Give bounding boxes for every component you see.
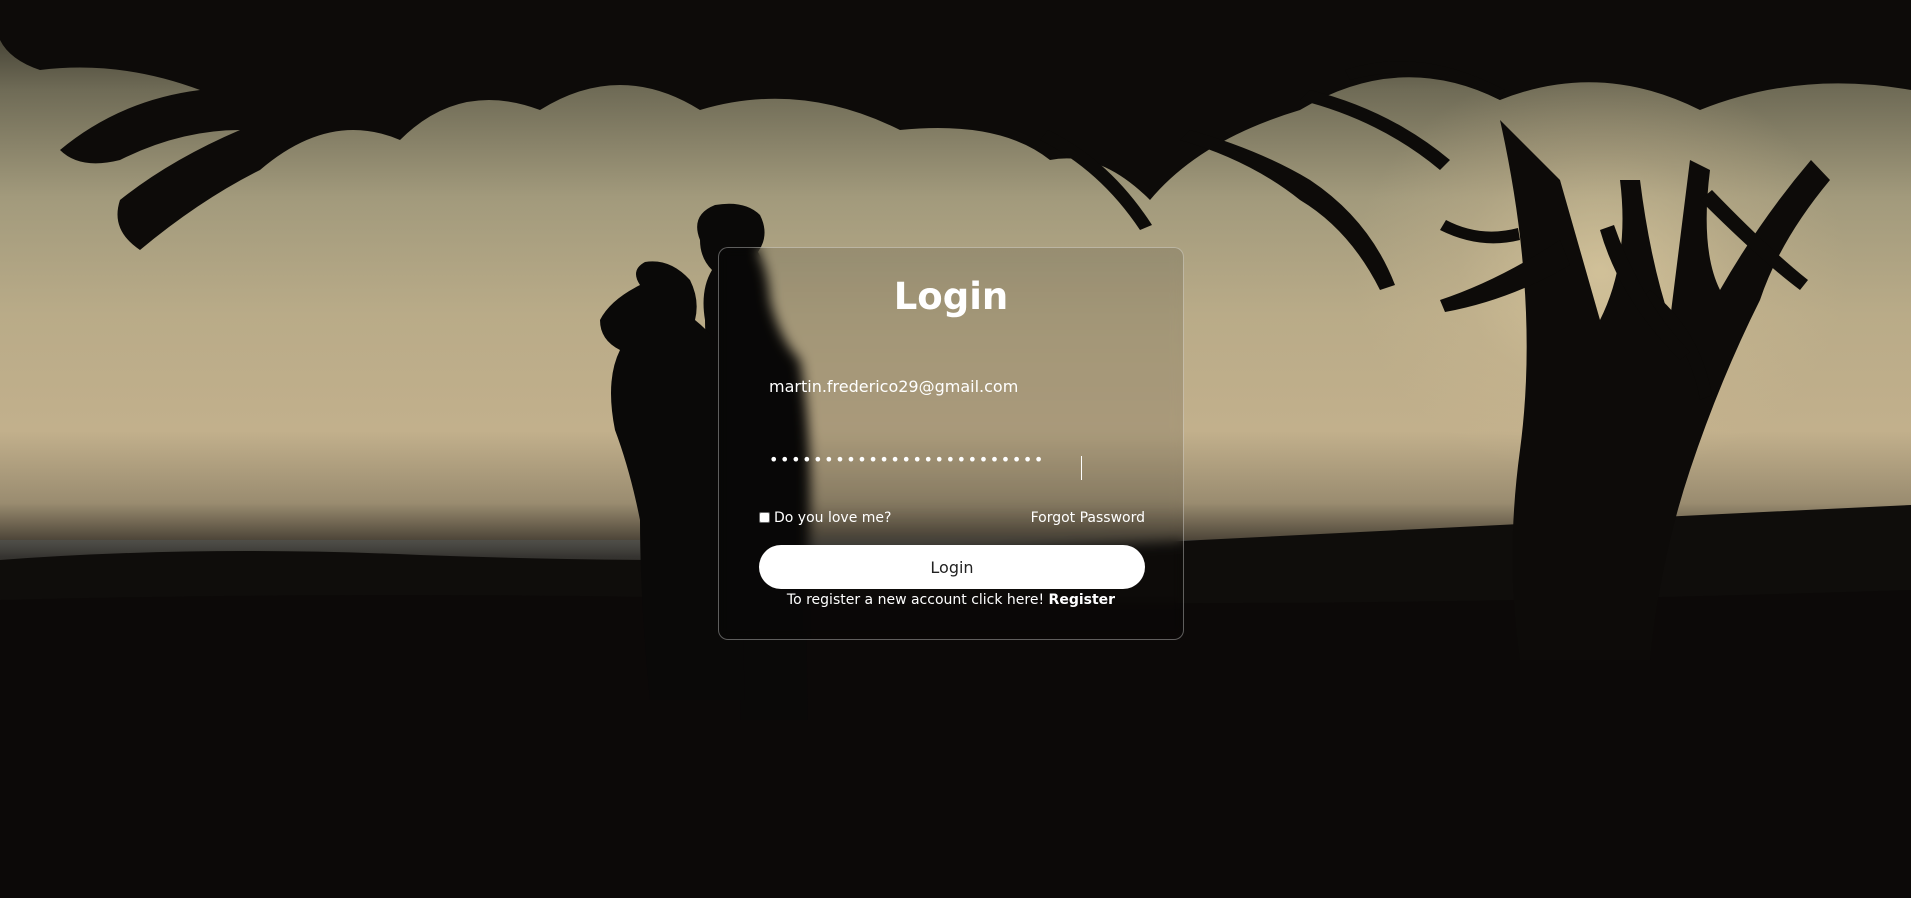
options-row: Do you love me? Forgot Password bbox=[759, 510, 1145, 532]
register-prompt: To register a new account click here! bbox=[786, 592, 1045, 608]
remember-checkbox[interactable] bbox=[759, 511, 770, 523]
remember-label: Do you love me? bbox=[774, 510, 892, 526]
email-field[interactable]: martin.frederico29@gmail.com bbox=[759, 368, 1145, 408]
forgot-password-link[interactable]: Forgot Password bbox=[1031, 510, 1145, 526]
login-card: Login martin.frederico29@gmail.com •••••… bbox=[718, 247, 1184, 640]
register-link[interactable]: Register bbox=[1049, 592, 1116, 608]
login-button[interactable]: Login bbox=[759, 545, 1145, 589]
login-title: Login bbox=[893, 275, 1009, 318]
email-value: martin.frederico29@gmail.com bbox=[769, 377, 1019, 396]
password-masked-value: ••••••••••••••••••••••••• bbox=[769, 450, 1045, 469]
remember-option[interactable]: Do you love me? bbox=[759, 510, 891, 526]
register-line: To register a new account click here! Re… bbox=[719, 592, 1183, 608]
password-field[interactable]: ••••••••••••••••••••••••• bbox=[759, 448, 1145, 488]
text-caret bbox=[1081, 456, 1082, 480]
